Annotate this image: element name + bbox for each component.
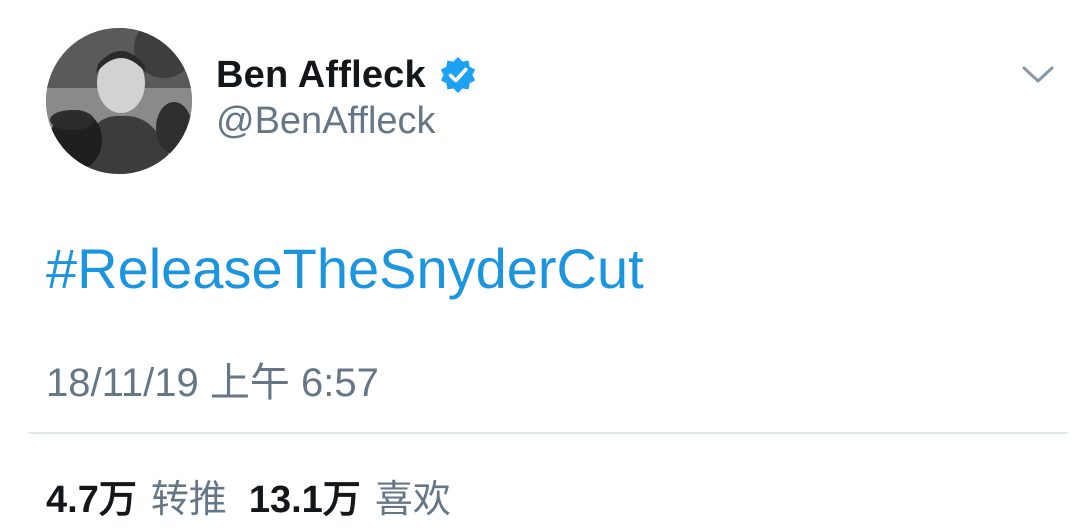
like-count: 13.1万 bbox=[248, 479, 361, 521]
user-handle[interactable]: @BenAffleck bbox=[216, 100, 436, 143]
retweet-label: 转推 bbox=[150, 479, 227, 521]
tweet-card: Ben Affleck @BenAffleck #ReleaseTheSnyde… bbox=[0, 0, 1080, 530]
avatar[interactable] bbox=[46, 28, 192, 174]
like-label: 喜欢 bbox=[374, 479, 451, 521]
chevron-down-icon[interactable] bbox=[1018, 58, 1058, 90]
likes-stat[interactable]: 13.1万 喜欢 bbox=[249, 468, 451, 523]
retweet-count: 4.7万 bbox=[46, 479, 137, 521]
user-name-row: Ben Affleck bbox=[216, 50, 478, 100]
verified-badge-icon bbox=[438, 55, 478, 95]
tweet-stats: 4.7万 转推 13.1万 喜欢 bbox=[46, 468, 451, 523]
tweet-timestamp[interactable]: 18/11/19 上午 6:57 bbox=[46, 350, 379, 408]
hashtag-link[interactable]: #ReleaseTheSnyderCut bbox=[46, 236, 644, 301]
retweets-stat[interactable]: 4.7万 转推 bbox=[46, 468, 227, 523]
divider bbox=[28, 432, 1068, 434]
display-name[interactable]: Ben Affleck bbox=[216, 54, 426, 97]
